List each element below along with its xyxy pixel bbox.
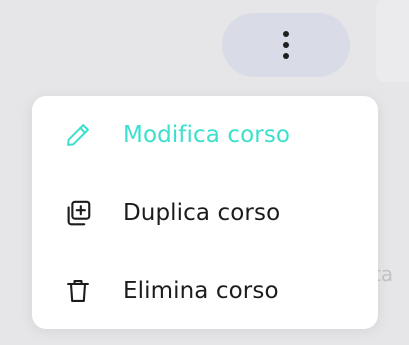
- duplicate-icon: [61, 196, 95, 230]
- course-actions-menu: Modifica corso Duplica corso Elimina cor…: [32, 96, 378, 329]
- pencil-icon: [61, 118, 95, 152]
- menu-item-duplicate-course[interactable]: Duplica corso: [32, 174, 378, 252]
- more-options-button[interactable]: [222, 13, 350, 77]
- menu-item-edit-course[interactable]: Modifica corso: [32, 96, 378, 174]
- menu-item-label: Elimina corso: [123, 278, 279, 304]
- menu-item-label: Duplica corso: [123, 200, 281, 226]
- background-card: [376, 0, 409, 82]
- menu-item-delete-course[interactable]: Elimina corso: [32, 252, 378, 330]
- menu-item-label: Modifica corso: [123, 122, 291, 148]
- trash-icon: [61, 274, 95, 308]
- more-vertical-icon: [283, 31, 289, 59]
